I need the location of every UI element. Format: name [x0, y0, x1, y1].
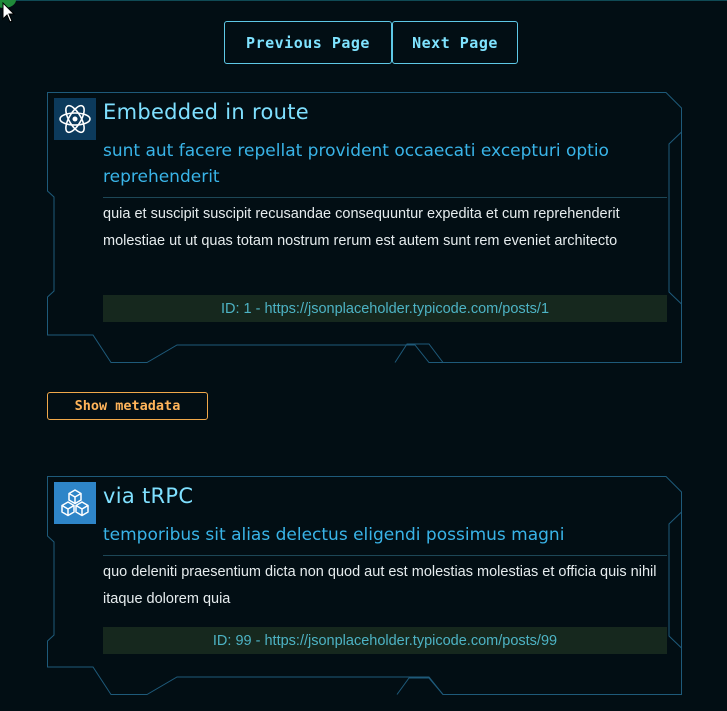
top-border-line — [0, 0, 727, 1]
card-divider — [103, 197, 667, 198]
card-divider — [103, 555, 667, 556]
pagination: Previous Page Next Page — [224, 21, 518, 64]
previous-page-button[interactable]: Previous Page — [224, 21, 392, 64]
post-card: via tRPC temporibus sit alias delectus e… — [47, 476, 682, 695]
post-title: Embedded in route — [103, 100, 309, 124]
atom-icon — [54, 98, 96, 140]
post-subtitle: temporibus sit alias delectus eligendi p… — [103, 525, 565, 545]
post-id-link: ID: 99 - https://jsonplaceholder.typicod… — [103, 627, 667, 654]
post-id-link: ID: 1 - https://jsonplaceholder.typicode… — [103, 295, 667, 322]
post-subtitle: sunt aut facere repellat provident occae… — [103, 141, 609, 187]
show-metadata-button[interactable]: Show metadata — [47, 392, 208, 420]
post-card: Embedded in route sunt aut facere repell… — [47, 92, 682, 363]
next-page-button[interactable]: Next Page — [392, 21, 518, 64]
cubes-icon — [54, 482, 96, 524]
mouse-cursor-icon — [2, 2, 16, 23]
post-body: quia et suscipit suscipit recusandae con… — [103, 206, 620, 249]
post-body: quo deleniti praesentium dicta non quod … — [103, 564, 657, 607]
post-title: via tRPC — [103, 484, 194, 508]
